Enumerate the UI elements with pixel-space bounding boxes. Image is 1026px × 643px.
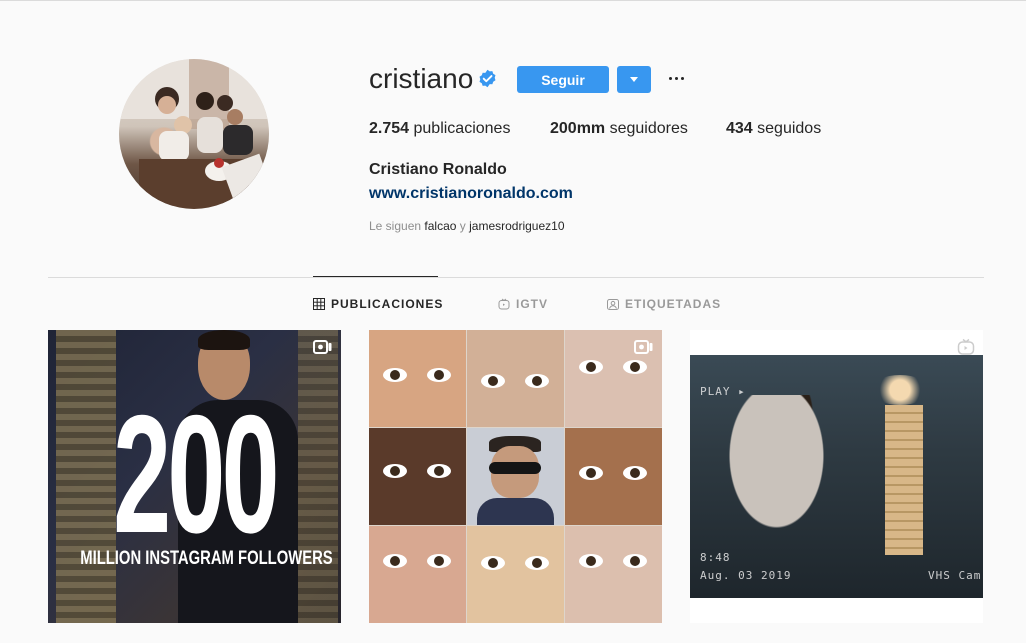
dot-icon [668,76,672,80]
chevron-down-icon [630,77,638,82]
vhs-date-text: Aug. 03 2019 [700,569,792,582]
post-thumbnail[interactable]: PLAY ▸ 8:48 Aug. 03 2019 VHS Cam [690,330,983,623]
posts-count: 2.754 [369,120,410,137]
following-stat[interactable]: 434 seguidos [726,119,821,139]
following-label: seguidos [757,120,822,137]
tagged-icon [607,299,619,310]
grid-icon [313,298,325,310]
followed-by-text: Le siguen falcao y jamesrodriguez10 [369,219,565,233]
followers-count: 200mm [550,120,606,137]
dot-icon [674,76,678,80]
dot-icon [680,76,684,80]
followed-by-prefix: Le siguen [369,219,422,233]
suggested-dropdown-button[interactable] [617,66,651,93]
post-image-detail [369,526,466,623]
post-image-detail [369,428,466,525]
igtv-icon [957,338,975,355]
tabs-divider [48,277,984,278]
tab-label: ETIQUETADAS [625,297,722,311]
post-image-detail [565,428,662,525]
igtv-icon [498,298,510,310]
posts-stat: 2.754 publicaciones [369,119,510,139]
followed-by-conj: y [459,219,466,233]
post-image-detail [467,330,564,427]
post-image-detail [369,330,466,427]
verified-badge-icon [479,69,496,88]
tab-label: IGTV [516,297,549,311]
post-image-detail [198,330,250,350]
posts-label: publicaciones [413,120,511,137]
profile-full-name: Cristiano Ronaldo [369,161,507,178]
post-image-detail [565,526,662,623]
tab-publicaciones[interactable]: PUBLICACIONES [313,297,443,311]
vhs-play-text: PLAY ▸ [700,385,746,398]
video-icon [313,340,332,354]
followers-label: seguidores [609,120,688,137]
follow-button[interactable]: Seguir [517,66,609,93]
tab-etiquetadas[interactable]: ETIQUETADAS [607,297,721,311]
post-thumbnail[interactable]: 200 MILLION INSTAGRAM FOLLOWERS [48,330,341,623]
more-options-button[interactable] [664,66,688,90]
post-image-detail [298,330,338,623]
top-border [0,0,1026,1]
profile-website-link[interactable]: www.cristianoronaldo.com [369,184,573,204]
post-thumbnail[interactable] [369,330,662,623]
post-image-detail [467,428,564,525]
post-image-detail [467,526,564,623]
tab-label: PUBLICACIONES [331,297,444,311]
followers-stat[interactable]: 200mm seguidores [550,119,688,139]
video-icon [634,340,653,354]
active-tab-indicator [313,276,438,277]
avatar-photo [119,59,269,209]
post-overlay-number: 200 [113,380,279,568]
vhs-label-text: VHS Cam [928,569,982,582]
followed-by-user-falcao[interactable]: falcao [424,219,456,233]
tab-igtv[interactable]: IGTV [498,297,548,311]
post-image-detail: PLAY ▸ 8:48 Aug. 03 2019 VHS Cam [690,355,983,598]
post-overlay-caption: MILLION INSTAGRAM FOLLOWERS [80,548,333,569]
followed-by-user-james[interactable]: jamesrodriguez10 [469,219,564,233]
vhs-time-text: 8:48 [700,551,731,564]
profile-avatar[interactable] [119,59,269,209]
following-count: 434 [726,120,753,137]
profile-username: cristiano [369,63,474,94]
